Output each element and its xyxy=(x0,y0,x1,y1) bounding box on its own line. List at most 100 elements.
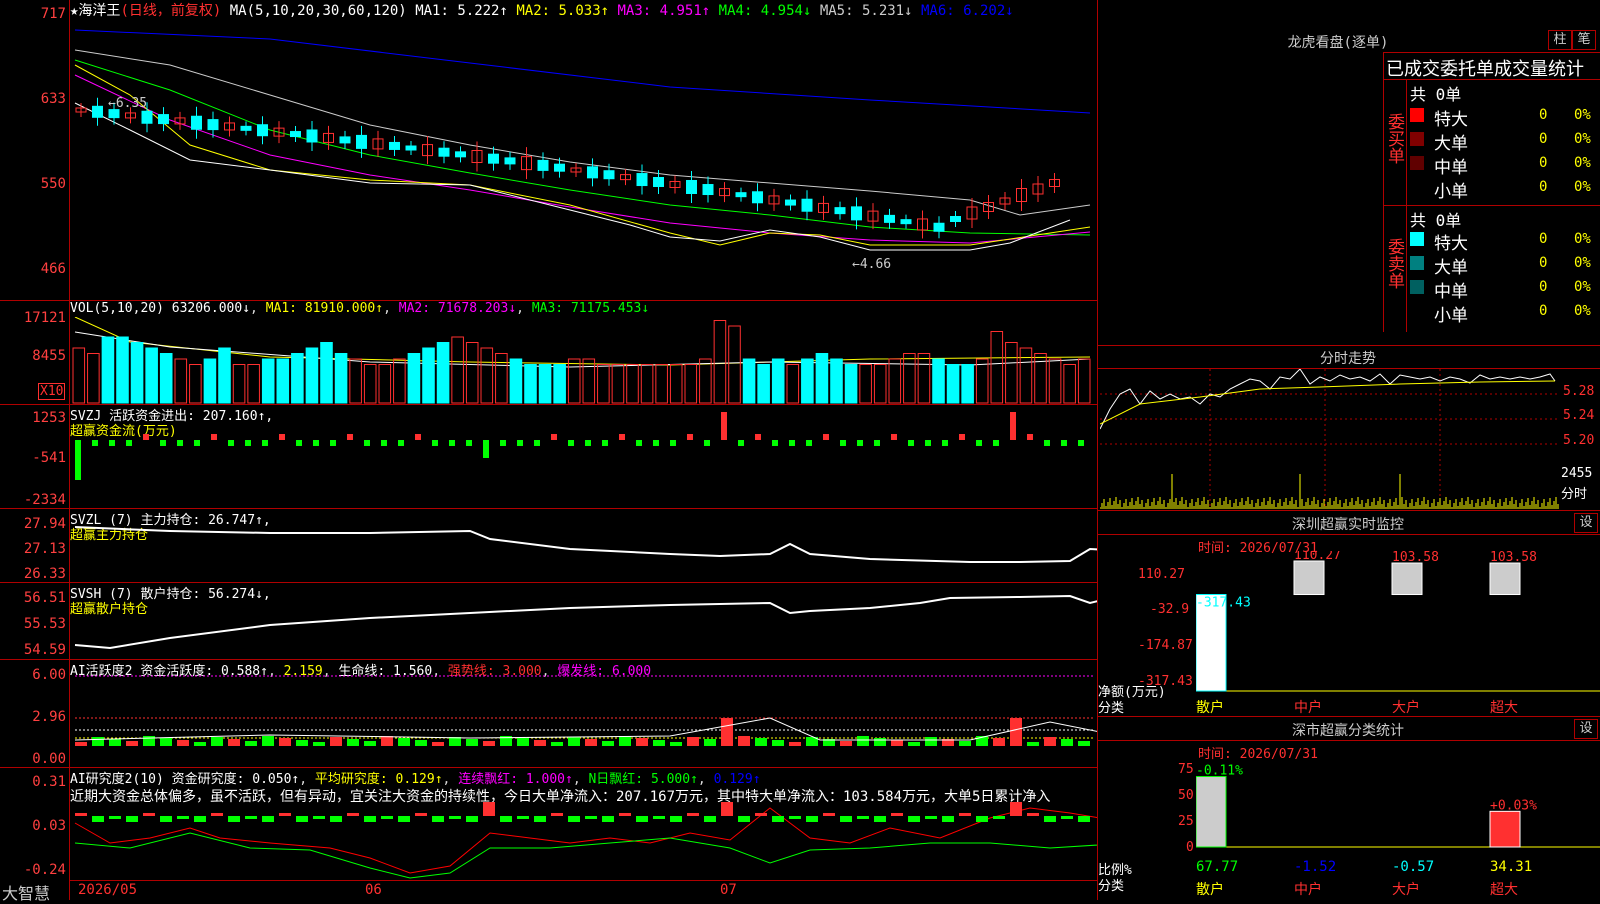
svzj-bar xyxy=(874,440,880,446)
svzj-bar xyxy=(500,440,506,446)
svzj-bar xyxy=(211,434,217,440)
svzj-bar xyxy=(398,440,404,446)
ai-research-tick-3: -0.24 xyxy=(23,862,66,878)
volume-bars[interactable] xyxy=(70,317,1097,404)
ai-active-bar xyxy=(398,738,410,746)
volume-bar xyxy=(640,364,654,404)
ai-research-bar xyxy=(585,816,597,819)
ma6-line xyxy=(74,29,1091,114)
sz-class-bottom-value: -0.57 xyxy=(1392,859,1435,875)
svzl-line-chart[interactable] xyxy=(70,509,1097,582)
ai-research-bar xyxy=(1027,813,1039,816)
volume-bar xyxy=(655,364,668,404)
sell-row-name: 小单 xyxy=(1434,306,1468,326)
volume-bar xyxy=(699,358,712,404)
candle xyxy=(306,129,318,143)
svzj-panel[interactable]: SVZJ 活跃资金进出: 207.160↑, 超赢资金流(万元) 1253 -5… xyxy=(0,405,1097,508)
svzj-bar xyxy=(704,440,710,446)
svzj-bar xyxy=(806,440,812,446)
volume-bar xyxy=(145,347,158,404)
ai-research-bar xyxy=(194,816,206,822)
volume-bar xyxy=(786,364,800,404)
ai-research-bar xyxy=(364,816,376,822)
intraday-price-line xyxy=(1100,369,1556,430)
svsh-line-chart[interactable] xyxy=(70,583,1097,659)
svzj-bar xyxy=(415,434,421,440)
intraday-chart[interactable] xyxy=(1100,369,1560,510)
svzl-panel[interactable]: SVZL (7) 主力持仓: 26.747↑, 超赢主力持仓 27.94 27.… xyxy=(0,509,1097,582)
y-tick-466: 466 xyxy=(40,261,66,277)
candle xyxy=(636,173,648,187)
volume-bar xyxy=(291,353,304,404)
vol-label: VOL(5,10,20) xyxy=(70,301,164,316)
sz-monitor-category: 超大 xyxy=(1490,700,1518,716)
ai-research-tick-1: 0.31 xyxy=(32,774,66,790)
volume-bar xyxy=(1048,358,1062,404)
sz-monitor-tick-3: -174.87 xyxy=(1138,638,1193,653)
volume-bar xyxy=(684,364,698,404)
ai-research-chart[interactable] xyxy=(70,788,1097,880)
ai-research-bar xyxy=(245,816,257,819)
intraday-title: 分时走势 xyxy=(1320,351,1376,367)
ai-research-panel[interactable]: AI研究度2(10) 资金研究度: 0.050↑, 平均研究度: 0.129↑,… xyxy=(0,768,1097,880)
x-label-may: 2026/05 xyxy=(78,882,138,898)
ai-active-bar xyxy=(194,742,206,746)
volume-bar xyxy=(451,336,464,404)
candlestick-chart[interactable]: ←6.35 ←4.66 xyxy=(70,15,1097,300)
sz-monitor-panel[interactable]: 深圳超赢实时监控 设 时间: 2026/07/31 110.27 -32.9 -… xyxy=(1098,511,1600,716)
svzj-bar xyxy=(296,440,302,446)
sz-monitor-tick-1: 110.27 xyxy=(1138,567,1185,582)
svsh-panel[interactable]: SVSH (7) 散户持仓: 56.274↓, 超赢散户持仓 56.51 55.… xyxy=(0,583,1097,659)
note-view-button[interactable]: 笔 xyxy=(1572,30,1596,50)
low-price-label: ←4.66 xyxy=(852,257,891,272)
sz-monitor-settings-button[interactable]: 设 xyxy=(1574,513,1598,533)
ai-research-bar xyxy=(772,816,784,822)
intraday-panel[interactable]: 分时走势 5.28 5.24 5.20 2455 分时 xyxy=(1098,346,1600,510)
ai-active-bar xyxy=(602,741,614,746)
volume-panel[interactable]: VOL(5,10,20) 63206.000↓, MA1: 81910.000↑… xyxy=(0,301,1097,404)
svzj-bars[interactable] xyxy=(70,405,1097,508)
volume-bar xyxy=(465,342,479,404)
volume-bar xyxy=(495,353,508,404)
svzl-tick-1: 27.94 xyxy=(23,516,66,532)
longhu-panel[interactable]: 龙虎看盘(逐单) 柱 笔 已成交委托单成交量统计 委买单 共 0单 特大 0 0% 大… xyxy=(1098,0,1600,345)
volume-bar xyxy=(917,353,931,404)
svzj-bar xyxy=(959,434,965,440)
ai-research-bar xyxy=(789,816,801,819)
candle xyxy=(537,159,549,171)
sz-monitor-chart[interactable]: -317.43 110.27 103.58 103.58 xyxy=(1196,551,1600,701)
ai-research-bar xyxy=(228,816,240,822)
volume-bar xyxy=(524,364,537,404)
ai-research-bar xyxy=(449,816,461,819)
svzj-bar xyxy=(568,440,574,446)
volume-bar xyxy=(1019,347,1033,404)
ai-research-bar xyxy=(313,816,325,819)
sz-class-settings-button[interactable]: 设 xyxy=(1574,719,1598,739)
ai-active-bar xyxy=(177,740,189,746)
buy-row-name: 大单 xyxy=(1434,134,1468,154)
ai-active-bar xyxy=(908,742,920,746)
buy-total: 共 0单 xyxy=(1410,85,1462,104)
ai-active-bar xyxy=(568,737,580,746)
ai-active-bar xyxy=(449,737,461,746)
bar-view-button[interactable]: 柱 xyxy=(1548,30,1572,50)
main-chart-panel[interactable]: ★海洋王(日线，前复权) MA(5,10,20,30,60,120) MA1: … xyxy=(0,0,1097,300)
volume-bar xyxy=(742,358,756,404)
svzj-bar xyxy=(687,434,693,440)
ai-active-panel[interactable]: AI活跃度2 资金活跃度: 0.588↑, 2.159, 生命线: 1.560,… xyxy=(0,660,1097,767)
sz-class-panel[interactable]: 深市超赢分类统计 设 时间: 2026/07/31 75 50 25 0 比例%… xyxy=(1098,717,1600,900)
ai-active-bars[interactable] xyxy=(70,660,1097,767)
sz-class-bottom-value: 67.77 xyxy=(1196,859,1239,875)
sz-class-chart[interactable]: -0.11% +0.03% xyxy=(1196,757,1600,857)
volume-bar xyxy=(72,347,86,404)
ai-active-bar xyxy=(517,738,529,746)
sz-monitor-value-label: 103.58 xyxy=(1490,551,1537,565)
buy-row-name: 特大 xyxy=(1434,110,1468,130)
ai-active-tick-1: 6.00 xyxy=(32,667,66,683)
ai-active-bar xyxy=(109,739,121,746)
sz-class-class-label: 分类 xyxy=(1098,879,1125,894)
ai-research-bar xyxy=(109,816,121,819)
svzj-bar xyxy=(483,440,489,458)
sz-class-top-label: +0.03% xyxy=(1490,798,1537,813)
sz-class-bottom-value: 34.31 xyxy=(1490,859,1533,875)
